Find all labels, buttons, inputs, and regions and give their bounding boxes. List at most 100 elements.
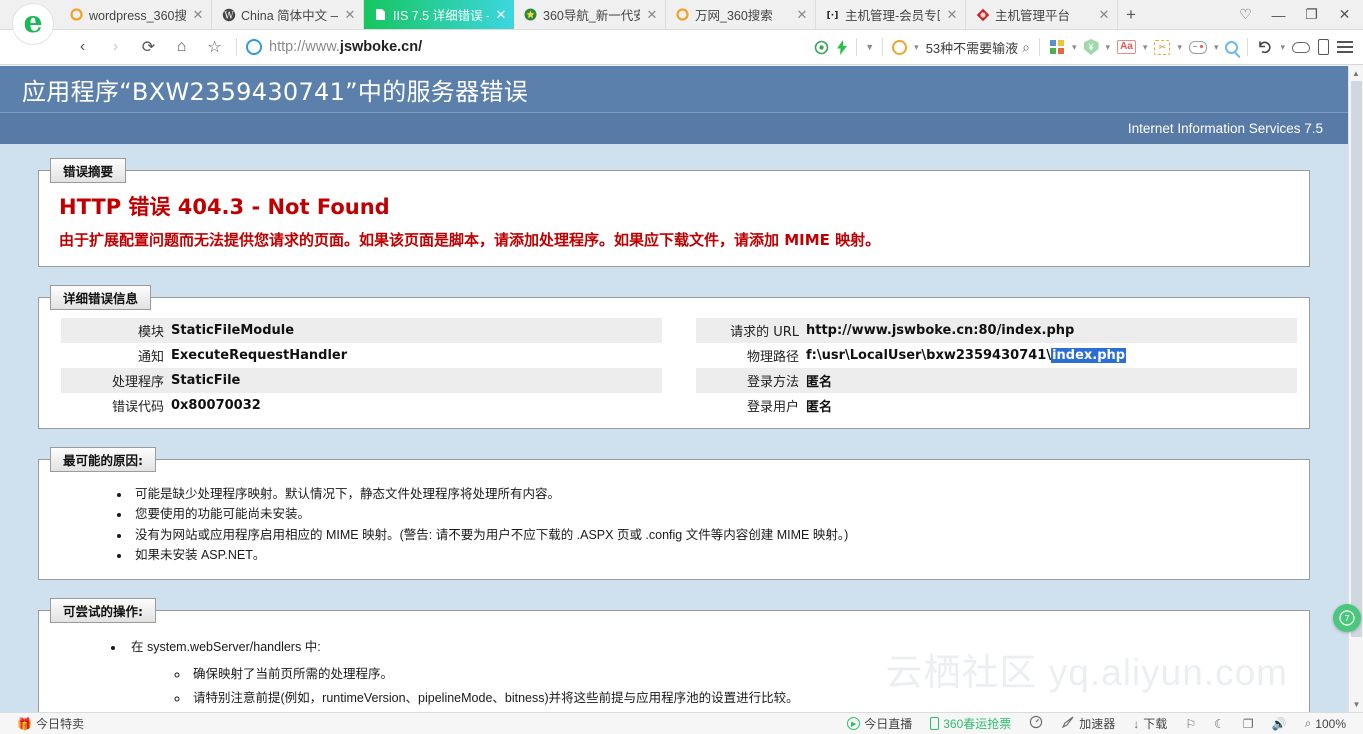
site-identity-icon [246,39,262,55]
status-item-zoom[interactable]: ⌕ 100% [1296,716,1355,731]
wordpress-icon: W [221,7,236,22]
address-bar[interactable]: http://www.jswboke.cn/ [242,31,810,64]
tab-host-management-member[interactable]: [·] 主机管理-会员专区-万 ✕ [816,0,966,29]
tab-close-icon[interactable]: ✕ [795,8,809,22]
table-row: 物理路径 f:\usr\LocalUser\bxw2359430741\inde… [696,343,1297,368]
undo-icon[interactable] [1253,31,1277,64]
tab-wanwang-360[interactable]: 万网_360搜索 ✕ [666,0,816,29]
so-search-icon [892,39,908,55]
detail-columns: 模块 StaticFileModule 通知 ExecuteRequestHan… [39,310,1309,418]
search-icon[interactable]: ⌕ [1022,39,1030,56]
tab-close-icon[interactable]: ✕ [1097,8,1111,22]
svg-text:7: 7 [1344,614,1349,623]
tab-close-icon[interactable]: ✕ [191,8,205,22]
chevron-down-icon[interactable]: ▾ [911,42,922,53]
search-box[interactable]: ▾ 53种不需要输液 ⌕ [888,34,1034,60]
divider [1247,38,1249,56]
home-button[interactable]: ⌂ [165,31,198,64]
divider [882,38,884,56]
camera-icon[interactable] [810,31,833,64]
table-row: 登录用户 匿名 [696,393,1297,418]
selected-text[interactable]: index.php [1051,348,1127,363]
gift-icon: 🎁 [17,716,32,731]
scroll-up-arrow-icon[interactable]: ▲ [1349,66,1363,81]
tab-china-wordpress[interactable]: W China 简体中文 — W ✕ [212,0,364,29]
maximize-button[interactable]: ❐ [1295,0,1328,29]
search-input[interactable]: 53种不需要输液 [926,38,1018,57]
status-item-train-tickets[interactable]: 360春运抢票 [921,715,1020,732]
floating-widget-icon[interactable]: 7 [1333,604,1361,632]
forward-button[interactable]: › [99,31,132,64]
chevron-down-icon[interactable]: ▾ [1174,42,1185,53]
tab-close-icon[interactable]: ✕ [343,8,357,22]
shield-icon[interactable]: ¥ [1080,31,1103,64]
chevron-down-icon[interactable]: ▼ [862,42,877,52]
browser-window: e wordpress_360搜索 ✕ W China 简体中文 — W ✕ I… [0,0,1363,734]
window-controls: ♡ — ❐ ✕ [1229,0,1363,29]
screenshot-icon[interactable]: ✂ [1150,31,1174,64]
menu-icon[interactable] [1333,31,1357,64]
tab-close-icon[interactable]: ✕ [494,8,508,22]
chevron-down-icon[interactable]: ▾ [1277,42,1288,53]
error-code-title: HTTP 错误 404.3 - Not Found [59,195,390,219]
flag-icon: ⚐ [1185,716,1197,731]
game-icon[interactable] [1185,31,1211,64]
apps-icon[interactable] [1045,31,1069,64]
address-text: http://www.jswboke.cn/ [269,39,423,55]
tab-host-management-platform[interactable]: 主机管理平台 ✕ [966,0,1118,29]
window-icon: ❐ [1242,716,1254,731]
status-item-download[interactable]: ↓ 下载 [1124,715,1176,732]
tab-label: China 简体中文 — W [241,9,338,23]
path-text: f:\usr\LocalUser\bxw2359430741\ [806,348,1052,363]
action-code: system.webServer/handlers [146,640,302,654]
chevron-down-icon[interactable]: ▾ [1103,42,1114,53]
minimize-button[interactable]: — [1262,0,1295,29]
cloud-icon[interactable] [1288,31,1314,64]
status-item-sound[interactable]: 🔊 [1263,717,1296,731]
speed-icon [1029,715,1043,732]
tab-360-nav[interactable]: 360导航_新一代安全 ✕ [514,0,666,29]
error-summary-panel: 错误摘要 HTTP 错误 404.3 - Not Found 由于扩展配置问题而… [38,158,1310,267]
status-item-live[interactable]: ▶ 今日直播 [838,715,921,732]
new-tab-button[interactable]: + [1118,0,1144,29]
list-item: 没有为网站或应用程序启用相应的 MIME 映射。(警告: 请不要为用户不应下载的… [131,525,1309,545]
error-description: 由于扩展配置问题而无法提供您请求的页面。如果该页面是脚本，请添加处理程序。如果应… [59,231,881,249]
status-item-flag[interactable]: ⚐ [1176,717,1205,731]
skin-shirt-icon[interactable]: ♡ [1229,0,1262,29]
scrollbar-thumb[interactable] [1351,81,1362,637]
row-value: ExecuteRequestHandler [171,348,348,363]
bookmark-star-icon[interactable]: ☆ [198,31,231,64]
status-item-window[interactable]: ❐ [1234,717,1263,731]
status-item-night-mode[interactable]: ☾ [1205,717,1234,731]
mobile-icon [930,717,940,730]
row-key: 物理路径 [746,350,799,365]
close-button[interactable]: ✕ [1328,0,1361,29]
status-bar: 🎁 今日特卖 ▶ 今日直播 360春运抢票 加速器 ↓ 下载 ⚐ ☾ ❐ 🔊 ⌕… [0,712,1363,734]
lightning-icon[interactable] [833,31,851,64]
tab-close-icon[interactable]: ✕ [945,8,959,22]
reload-button[interactable]: ⟳ [132,31,165,64]
tab-wordpress-360[interactable]: wordpress_360搜索 ✕ [60,0,212,29]
scroll-down-arrow-icon[interactable]: ▼ [1349,697,1363,712]
row-key: 错误代码 [111,400,164,415]
status-item-daily-sale[interactable]: 🎁 今日特卖 [8,715,93,732]
status-item-speed[interactable] [1020,715,1052,732]
phone-icon[interactable] [1314,31,1333,64]
list-item: 在 system.webServer/handlers 中: 确保映射了当前页所… [125,637,1309,708]
things-to-try-legend: 可尝试的操作: [50,598,156,623]
chevron-down-icon[interactable]: ▾ [1211,42,1222,53]
chevron-down-icon[interactable]: ▾ [1069,42,1080,53]
magnifier-icon[interactable] [1221,31,1242,64]
list-item: 您要使用的功能可能尚未安装。 [131,504,1309,524]
tab-iis-error[interactable]: IIS 7.5 详细错误 - 4 ✕ [364,0,514,29]
status-item-label: 今日特卖 [35,717,84,731]
row-key: 请求的 URL [696,318,806,343]
chevron-down-icon[interactable]: ▾ [1140,42,1151,53]
hamburger-glyph [1337,41,1353,53]
svg-text:[·]: [·] [827,11,839,20]
tab-close-icon[interactable]: ✕ [645,8,659,22]
back-button[interactable]: ‹ [66,31,99,64]
status-item-accelerator[interactable]: 加速器 [1052,715,1124,732]
row-value: StaticFile [171,368,662,393]
translate-icon[interactable]: Aa [1113,31,1140,64]
